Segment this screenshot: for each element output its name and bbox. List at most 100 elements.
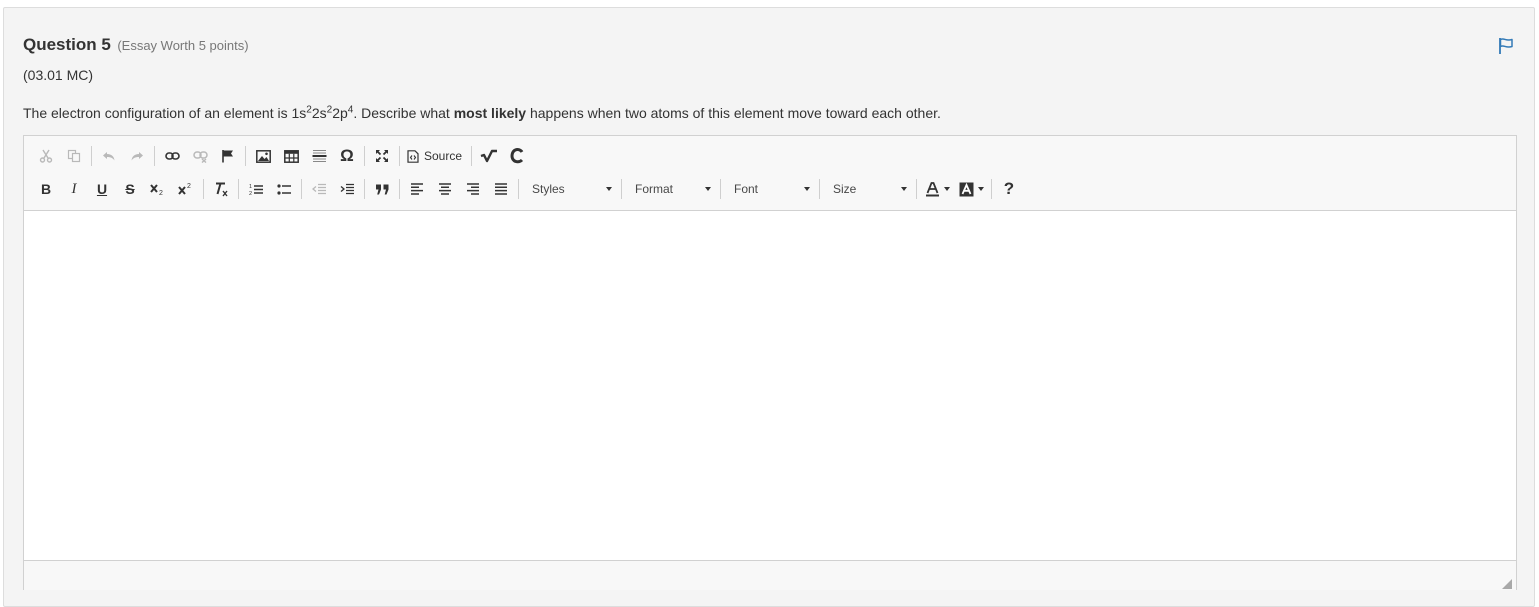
maximize-icon <box>376 150 388 162</box>
justify-button[interactable] <box>487 177 515 201</box>
bold-button[interactable]: B <box>32 177 60 201</box>
remove-format-button[interactable] <box>207 177 235 201</box>
format-dropdown[interactable]: Format <box>625 177 717 201</box>
subscript-button[interactable]: 2 <box>144 177 172 201</box>
link-button[interactable] <box>158 144 186 168</box>
question-code: (03.01 MC) <box>23 67 94 83</box>
svg-text:2: 2 <box>249 191 252 196</box>
styles-label: Styles <box>532 182 565 196</box>
toolbar-separator <box>238 179 239 199</box>
toolbar-separator <box>203 179 204 199</box>
image-icon <box>255 149 271 163</box>
svg-text:2: 2 <box>187 183 191 190</box>
flag-icon[interactable] <box>1496 36 1516 56</box>
redo-button[interactable] <box>123 144 151 168</box>
numbered-list-icon: 12 <box>249 184 263 196</box>
math-editor-button[interactable] <box>475 144 503 168</box>
align-left-icon <box>411 183 423 195</box>
horizontal-line-button[interactable] <box>305 144 333 168</box>
bulleted-list-button[interactable] <box>270 177 298 201</box>
align-center-button[interactable] <box>431 177 459 201</box>
chevron-down-icon <box>804 187 810 191</box>
chevron-down-icon <box>943 187 950 191</box>
link-icon <box>164 152 180 160</box>
svg-text:1: 1 <box>249 184 252 190</box>
rich-text-editor: Ω Source B I U S 2 2 1 2 Styles Format F… <box>23 135 1517 590</box>
table-button[interactable] <box>277 144 305 168</box>
align-right-icon <box>467 183 479 195</box>
text-color-icon <box>925 181 939 196</box>
source-button[interactable]: Source <box>403 144 468 168</box>
font-dropdown[interactable]: Font <box>724 177 816 201</box>
chevron-down-icon <box>977 187 984 191</box>
chevron-down-icon <box>606 187 612 191</box>
chemistry-editor-button[interactable] <box>503 144 531 168</box>
omega-icon: Ω <box>340 146 354 165</box>
styles-dropdown[interactable]: Styles <box>522 177 618 201</box>
editor-content-area[interactable] <box>24 211 1516 561</box>
decrease-indent-button[interactable] <box>305 177 333 201</box>
background-color-icon <box>959 182 973 196</box>
question-text-part: The electron configuration of an element… <box>23 105 307 121</box>
toolbar-separator <box>916 179 917 199</box>
blockquote-button[interactable] <box>368 177 396 201</box>
toolbar-separator <box>399 179 400 199</box>
justify-icon <box>495 183 507 195</box>
superscript-button[interactable]: 2 <box>172 177 200 201</box>
anchor-button[interactable] <box>214 144 242 168</box>
source-label: Source <box>424 149 463 163</box>
italic-icon: I <box>71 180 77 197</box>
increase-indent-button[interactable] <box>333 177 361 201</box>
copy-icon <box>67 149 81 163</box>
toolbar-separator <box>720 179 721 199</box>
strikethrough-icon: S <box>125 181 135 197</box>
italic-button[interactable]: I <box>60 177 88 201</box>
unlink-icon <box>192 151 208 163</box>
size-label: Size <box>833 182 857 196</box>
chevron-down-icon <box>901 187 907 191</box>
question-text: The electron configuration of an element… <box>23 105 941 121</box>
copy-button[interactable] <box>60 144 88 168</box>
chevron-down-icon <box>705 187 711 191</box>
bulleted-list-icon <box>276 183 291 195</box>
horizontal-rule-icon <box>312 150 326 162</box>
underline-button[interactable]: U <box>88 177 116 201</box>
image-button[interactable] <box>249 144 277 168</box>
unlink-button[interactable] <box>186 144 214 168</box>
source-code-icon <box>407 149 419 163</box>
toolbar-separator <box>991 179 992 199</box>
undo-icon <box>103 152 115 161</box>
editor-status-bar <box>24 562 1516 590</box>
toolbar-row-2: B I U S 2 2 12 Styles Format Font Size ? <box>32 176 1023 202</box>
background-color-button[interactable] <box>954 177 988 201</box>
question-panel: Question 5 (Essay Worth 5 points) (03.01… <box>3 7 1535 607</box>
square-root-icon <box>480 149 498 163</box>
format-label: Format <box>635 182 674 196</box>
chemistry-c-icon <box>510 148 524 164</box>
size-dropdown[interactable]: Size <box>823 177 913 201</box>
question-text-part: 2p <box>332 105 348 121</box>
redo-icon <box>131 152 143 161</box>
anchor-flag-icon <box>222 150 233 163</box>
strikethrough-button[interactable]: S <box>116 177 144 201</box>
question-title: Question 5 <box>23 35 111 54</box>
toolbar-separator <box>364 146 365 166</box>
maximize-button[interactable] <box>368 144 396 168</box>
text-color-button[interactable] <box>920 177 954 201</box>
help-icon: ? <box>1003 179 1015 198</box>
toolbar-separator <box>471 146 473 166</box>
numbered-list-button[interactable]: 12 <box>242 177 270 201</box>
align-right-button[interactable] <box>459 177 487 201</box>
toolbar-separator <box>364 179 365 199</box>
question-header: Question 5 (Essay Worth 5 points) <box>23 35 249 55</box>
toolbar-separator <box>154 146 155 166</box>
special-char-button[interactable]: Ω <box>333 144 361 168</box>
font-label: Font <box>734 182 759 196</box>
resize-handle-icon[interactable] <box>1502 576 1512 589</box>
undo-button[interactable] <box>95 144 123 168</box>
help-button[interactable]: ? <box>995 177 1023 201</box>
cut-button[interactable] <box>32 144 60 168</box>
align-center-icon <box>439 183 451 195</box>
align-left-button[interactable] <box>403 177 431 201</box>
toolbar-separator <box>621 179 622 199</box>
